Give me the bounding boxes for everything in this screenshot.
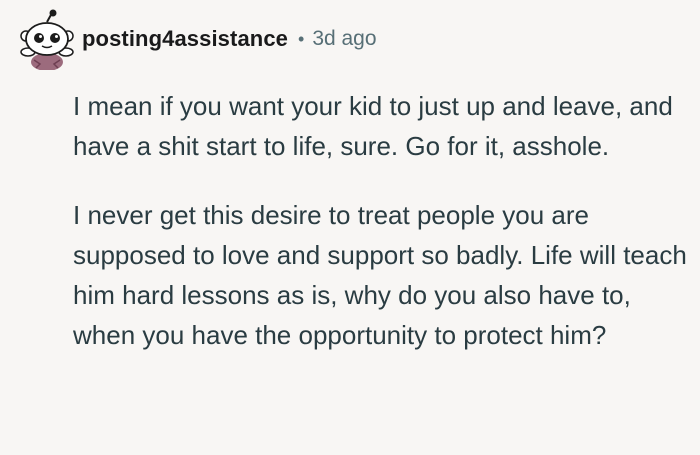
comment: posting4assistance • 3d ago I mean if yo…: [0, 0, 700, 455]
comment-timestamp[interactable]: 3d ago: [312, 27, 376, 51]
comment-author[interactable]: posting4assistance: [82, 26, 288, 52]
comment-paragraph: I mean if you want your kid to just up a…: [73, 91, 673, 161]
comment-header: posting4assistance • 3d ago: [14, 8, 377, 70]
comment-paragraph: I never get this desire to treat people …: [73, 200, 687, 350]
comment-body: I mean if you want your kid to just up a…: [73, 86, 688, 355]
snoo-avatar-icon[interactable]: [14, 8, 80, 70]
meta-separator: •: [298, 28, 305, 49]
